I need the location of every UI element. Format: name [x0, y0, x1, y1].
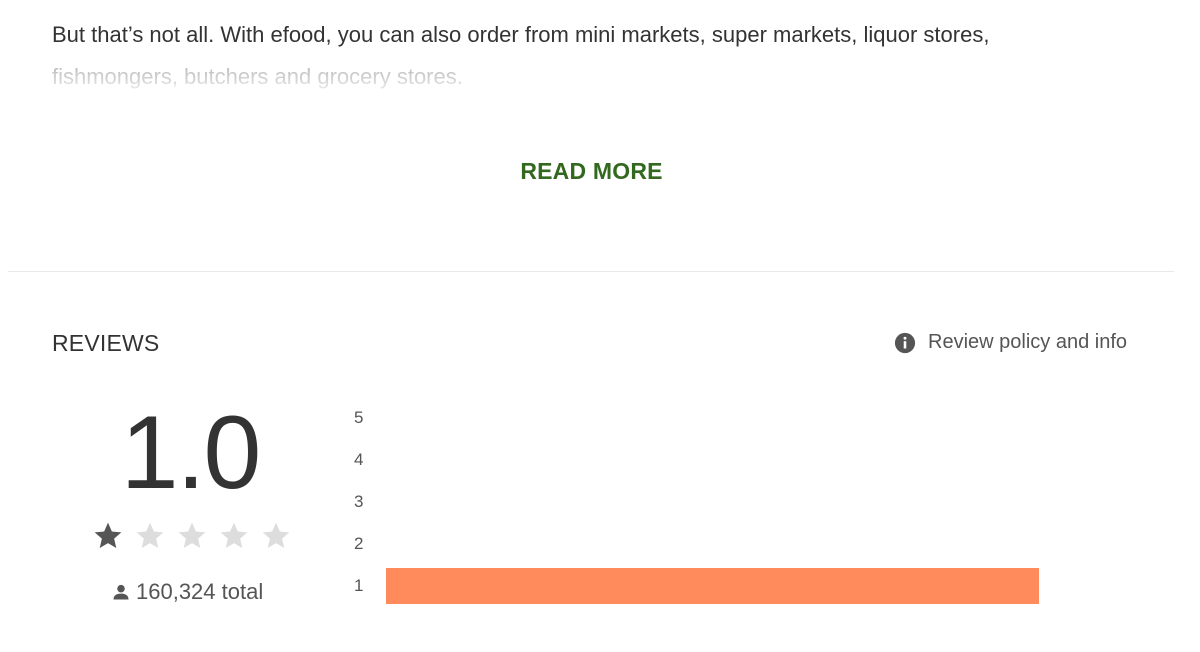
section-divider: [8, 271, 1174, 272]
histogram-track: [386, 400, 1039, 436]
person-icon: [113, 584, 129, 600]
star-rating: [92, 520, 302, 552]
histogram-track: [386, 568, 1039, 604]
review-policy-label: Review policy and info: [928, 331, 1127, 353]
total-reviews-count: 160,324 total: [136, 579, 264, 604]
star-empty-icon: [262, 522, 290, 548]
total-reviews: 160,324 total: [111, 579, 263, 605]
app-description: But that’s not all. With efood, you can …: [52, 14, 1162, 94]
histogram-row-2: 2: [350, 526, 1070, 562]
histogram-bar: [386, 568, 1039, 604]
histogram-label: 4: [354, 450, 364, 469]
histogram-row-4: 4: [350, 442, 1070, 478]
review-policy-link[interactable]: Review policy and info: [894, 331, 1127, 354]
histogram-row-5: 5: [350, 400, 1070, 436]
star-empty-icon: [178, 522, 206, 548]
star-empty-icon: [220, 522, 248, 548]
rating-histogram: 5 4 3 2 1: [350, 400, 1070, 610]
reviews-heading: REVIEWS: [52, 330, 160, 356]
histogram-track: [386, 484, 1039, 520]
histogram-track: [386, 526, 1039, 562]
description-line-2: fishmongers, butchers and grocery stores…: [52, 64, 463, 89]
info-icon: [894, 332, 916, 353]
star-filled-icon: [94, 522, 122, 548]
read-more-button[interactable]: READ MORE: [0, 158, 1183, 185]
histogram-track: [386, 442, 1039, 478]
histogram-label: 1: [354, 576, 364, 595]
histogram-label: 5: [354, 408, 364, 427]
histogram-row-3: 3: [350, 484, 1070, 520]
description-line-1: But that’s not all. With efood, you can …: [52, 22, 990, 47]
star-empty-icon: [136, 522, 164, 548]
histogram-label: 2: [354, 534, 364, 553]
average-rating-score: 1.0: [120, 395, 262, 511]
histogram-label: 3: [354, 492, 364, 511]
histogram-row-1: 1: [350, 568, 1070, 604]
